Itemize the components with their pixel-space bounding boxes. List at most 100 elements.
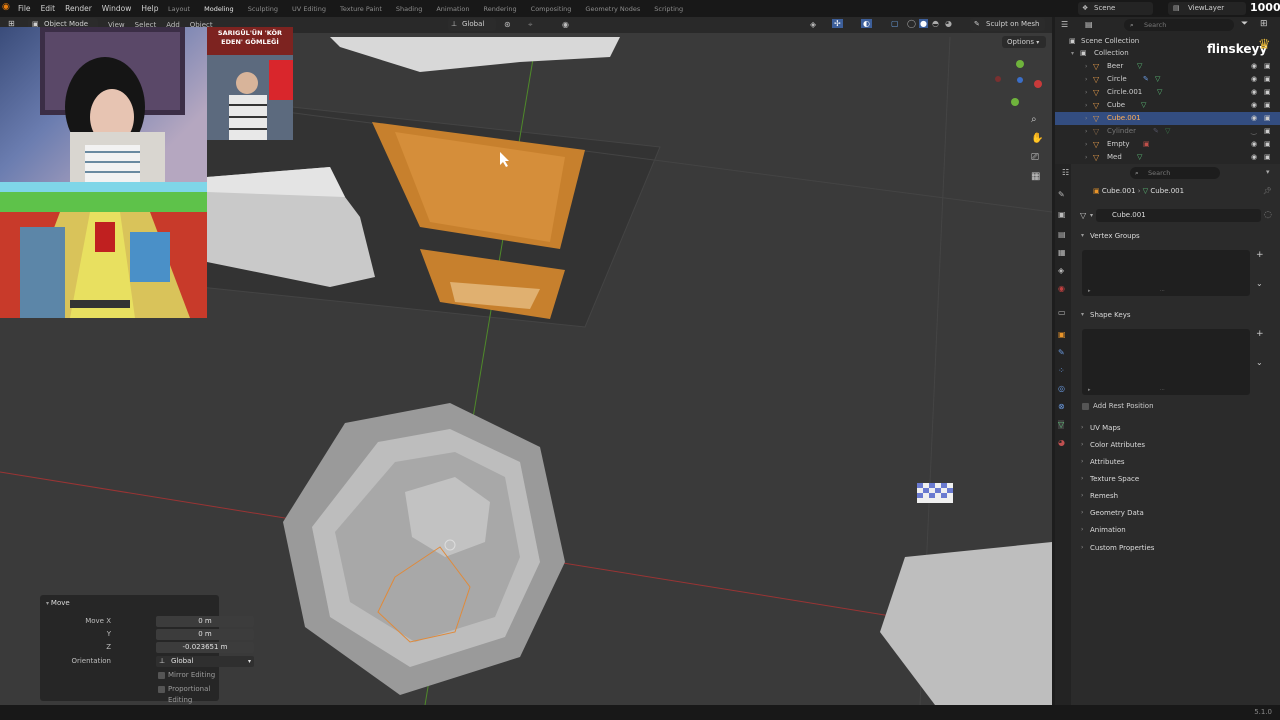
menu-edit[interactable]: Edit [41,4,56,13]
list-resize-handle-icon[interactable]: ⋯ [1160,387,1165,393]
shading-solid-icon[interactable]: ● [919,19,928,28]
new-collection-icon[interactable]: ⊞ [1260,19,1268,29]
pin-icon[interactable]: 📌︎ [1263,187,1272,195]
proportional-editing-row[interactable]: Proportional Editing [40,684,219,704]
eye-icon[interactable]: ◉ [1251,99,1257,112]
move-y-field[interactable]: 0 m [156,629,254,640]
shading-material-icon[interactable]: ◓ [932,19,939,28]
custom-properties-section[interactable]: › Custom Properties [1077,540,1273,556]
outliner-item-cylinder[interactable]: › ▽ Cylinder ✎ ▽ ‿ ▣ [1055,125,1280,138]
mirror-editing-checkbox[interactable] [158,672,165,679]
menu-file[interactable]: File [18,4,31,13]
chevron-right-icon[interactable]: › [1085,138,1087,151]
add-vertex-group-button[interactable]: + [1256,250,1264,260]
tab-rendering[interactable]: Rendering [483,5,516,13]
tab-uv-editing[interactable]: UV Editing [292,5,326,13]
chevron-right-icon[interactable]: › [1085,60,1087,73]
proportional-icon[interactable]: ◉ [562,20,569,29]
outliner-item-circle-001[interactable]: › ▽ Circle.001 ▽ ◉ ▣ [1055,86,1280,99]
shape-keys-list[interactable]: ⋯ ▸ [1082,329,1250,395]
material-tab-icon[interactable]: ◕ [1058,438,1065,447]
vertex-groups-section[interactable]: ▾ Vertex Groups [1077,228,1273,244]
move-panel-title[interactable]: ▾ Move [46,599,70,607]
eye-icon[interactable]: ◉ [1251,60,1257,73]
chevron-down-icon[interactable]: ▾ [1266,168,1270,176]
chevron-right-icon[interactable]: › [1085,112,1087,125]
vertex-group-menu-icon[interactable]: ⌄ [1256,279,1263,288]
tab-compositing[interactable]: Compositing [531,5,572,13]
outliner-item-med[interactable]: › ▽ Med ▽ ◉ ▣ [1055,151,1280,164]
eye-icon[interactable]: ◉ [1251,73,1257,86]
collection-tab-icon[interactable]: ▭ [1058,308,1066,317]
outliner-item-empty[interactable]: › ▽ Empty ▣ ◉ ▣ [1055,138,1280,151]
add-rest-position-checkbox[interactable] [1082,403,1089,410]
chevron-right-icon[interactable]: › [1085,125,1087,138]
modifier-tab-icon[interactable]: ✎ [1058,348,1065,357]
view-layer-selector[interactable]: ▤ ViewLayer [1168,2,1246,15]
eye-icon[interactable]: ◉ [1251,151,1257,164]
mirror-editing-row[interactable]: Mirror Editing [40,670,219,681]
tab-shading[interactable]: Shading [396,5,422,13]
eye-hidden-icon[interactable]: ‿ [1251,125,1257,138]
transform-orientation-dropdown[interactable]: ⊥ Global [448,18,496,31]
sculpt-on-mesh-button[interactable]: ✎ Sculpt on Mesh [970,18,1045,31]
tab-geometry-nodes[interactable]: Geometry Nodes [585,5,640,13]
perspective-grid-icon[interactable]: ▦ [1031,171,1040,182]
shape-keys-section[interactable]: ▾ Shape Keys [1077,307,1273,323]
scene-tab-icon[interactable]: ◈ [1058,266,1064,275]
shading-rendered-icon[interactable]: ◕ [945,19,952,28]
chevron-right-icon[interactable]: › [1085,73,1087,86]
tab-scripting[interactable]: Scripting [654,5,683,13]
chevron-down-icon[interactable]: ▾ [1090,212,1093,219]
filter-icon[interactable]: ⏷ [1241,19,1248,29]
editor-type-icon[interactable]: ☷ [1062,168,1069,177]
pan-hand-icon[interactable]: ✋ [1031,133,1043,144]
scene-selector[interactable]: ❖ Scene [1078,2,1153,15]
attributes-section[interactable]: › Attributes [1077,454,1273,470]
constraints-tab-icon[interactable]: ⊗ [1058,402,1065,411]
chevron-right-icon[interactable]: › [1085,99,1087,112]
menu-help[interactable]: Help [141,4,158,13]
physics-tab-icon[interactable]: ◎ [1058,384,1065,393]
pivot-icon[interactable]: ⊛ [504,20,511,29]
camera-view-icon[interactable]: ⎚ [1031,152,1039,163]
zoom-icon[interactable]: ⌕ [1031,114,1037,125]
display-mode-icon[interactable]: ▤ [1085,20,1093,29]
shading-wireframe-icon[interactable]: ◯ [907,19,916,28]
chevron-right-icon[interactable]: › [1085,151,1087,164]
blender-logo-icon[interactable]: ◉ [2,2,10,12]
camera-icon[interactable]: ▣ [1264,60,1271,73]
menu-window[interactable]: Window [102,4,132,13]
outliner-item-circle[interactable]: › ▽ Circle ✎ ▽ ◉ ▣ [1055,73,1280,86]
move-z-field[interactable]: -0.023651 m [156,642,254,653]
shape-key-menu-icon[interactable]: ⌄ [1256,358,1263,367]
visibility-icon[interactable]: ◈ [810,20,816,29]
world-tab-icon[interactable]: ◉ [1058,284,1065,293]
tab-layout[interactable]: Layout [168,5,190,13]
animation-section[interactable]: › Animation [1077,522,1273,538]
gizmo-toggle-icon[interactable]: ✢ [832,19,843,28]
editor-type-icon[interactable]: ☰ [1061,20,1068,29]
options-button[interactable]: Options ▾ [1002,36,1046,48]
properties-search-input[interactable]: ⌕ Search [1130,167,1220,179]
render-tab-icon[interactable]: ▣ [1058,210,1066,219]
mesh-name-field[interactable]: Cube.001 [1096,209,1261,222]
outliner-item-beer[interactable]: › ▽ Beer ▽ ◉ ▣ [1055,60,1280,73]
particles-tab-icon[interactable]: ⁘ [1058,366,1065,375]
overlay-toggle-icon[interactable]: ◐ [861,19,872,28]
view-layer-tab-icon[interactable]: ▦ [1058,248,1066,257]
outliner-search-input[interactable]: ⌕ Search [1124,19,1234,31]
uv-maps-section[interactable]: › UV Maps [1077,420,1273,436]
remesh-section[interactable]: › Remesh [1077,488,1273,504]
list-resize-handle-icon[interactable]: ⋯ [1160,288,1165,294]
eye-icon[interactable]: ◉ [1251,138,1257,151]
camera-icon[interactable]: ▣ [1264,86,1271,99]
tool-tab-icon[interactable]: ✎ [1058,190,1065,199]
color-attributes-section[interactable]: › Color Attributes [1077,437,1273,453]
outliner-item-cube-001[interactable]: › ▽ Cube.001 ◉ ▣ [1055,112,1280,125]
proportional-editing-checkbox[interactable] [158,686,165,693]
move-x-field[interactable]: 0 m [156,616,254,627]
output-tab-icon[interactable]: ▤ [1058,230,1066,239]
tab-texture-paint[interactable]: Texture Paint [340,5,382,13]
menu-render[interactable]: Render [65,4,92,13]
